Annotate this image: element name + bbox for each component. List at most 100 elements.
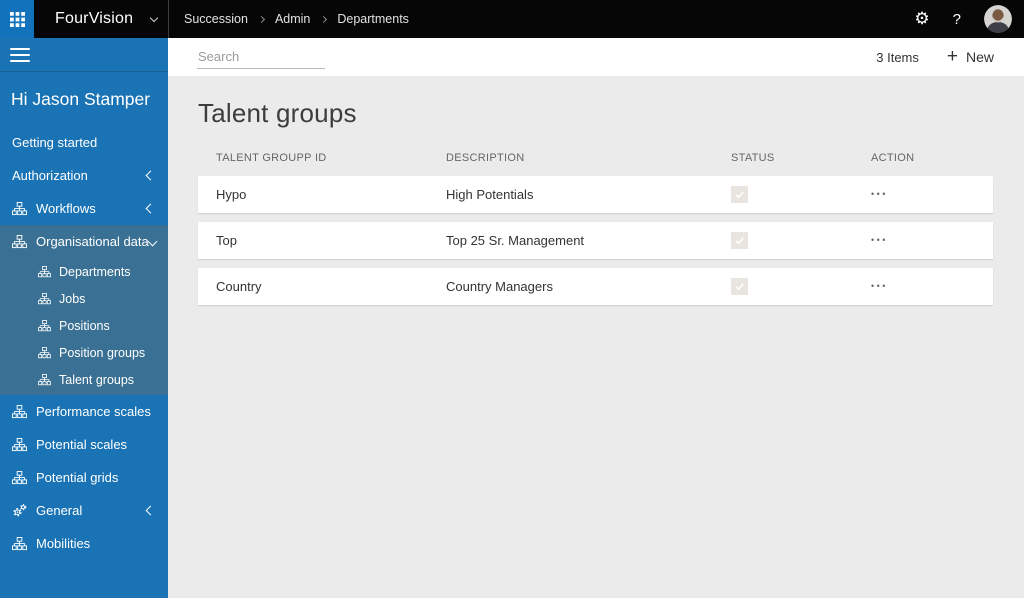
sidebar-item-label: Getting started [12, 135, 98, 150]
column-header-talent-group-id: TALENT GROUPP ID [216, 152, 327, 164]
topbar-actions: ⚙ ? [914, 5, 1024, 33]
sidebar-item-jobs[interactable]: Jobs [0, 285, 168, 312]
breadcrumb-item-succession[interactable]: Succession [184, 12, 248, 26]
chevron-right-icon [257, 15, 265, 23]
sitemap-icon [38, 319, 51, 332]
app-window: FourVision Succession Admin Departments … [0, 0, 1024, 598]
help-icon[interactable]: ? [953, 11, 961, 28]
chevron-right-icon [320, 15, 328, 23]
sidebar-item-label: Talent groups [59, 372, 135, 387]
sitemap-icon [38, 373, 51, 386]
sitemap-icon [12, 470, 27, 485]
sidebar-item-talent-groups[interactable]: Talent groups [0, 366, 168, 393]
more-actions-icon[interactable]: ••• [871, 282, 993, 291]
sidebar-item-label: Performance scales [36, 404, 151, 419]
sidebar-item-label: Potential grids [36, 470, 119, 485]
status-checkbox-checked[interactable] [731, 186, 748, 203]
table-row[interactable]: Hypo High Potentials ••• [198, 176, 993, 213]
check-icon [735, 237, 744, 245]
avatar-photo [984, 5, 1012, 33]
sitemap-icon [12, 404, 27, 419]
app-launcher-button[interactable] [0, 0, 34, 38]
main-content: 3 Items + New Talent groups TALENT GROUP… [168, 38, 1024, 598]
sidebar-item-potential-grids[interactable]: Potential grids [0, 461, 168, 494]
gears-icon [12, 503, 27, 518]
sidebar-item-getting-started[interactable]: Getting started [0, 126, 168, 159]
cell-description: Country Managers [446, 279, 553, 294]
sitemap-icon [12, 536, 27, 551]
sidebar-item-workflows[interactable]: Workflows [0, 192, 168, 225]
cell-talent-group-id: Hypo [216, 187, 247, 202]
sidebar-item-mobilities[interactable]: Mobilities [0, 527, 168, 560]
topbar: FourVision Succession Admin Departments … [0, 0, 1024, 38]
table-row[interactable]: Country Country Managers ••• [198, 268, 993, 305]
sitemap-icon [38, 292, 51, 305]
user-avatar[interactable] [984, 5, 1012, 33]
sitemap-icon [38, 346, 51, 359]
cell-status [731, 278, 871, 295]
sidebar-item-label: Positions [59, 318, 110, 333]
status-checkbox-checked[interactable] [731, 278, 748, 295]
more-actions-icon[interactable]: ••• [871, 190, 993, 199]
cell-status [731, 186, 871, 203]
sitemap-icon [38, 265, 51, 278]
sidebar-item-label: Mobilities [36, 536, 91, 551]
page-title: Talent groups [198, 98, 357, 128]
user-greeting: Hi Jason Stamper [11, 89, 151, 109]
sidebar-nav: Getting started Authorization Workflows … [0, 126, 168, 560]
talent-groups-table: TALENT GROUPP ID DESCRIPTION STATUS ACTI… [198, 151, 993, 305]
plus-icon: + [946, 45, 958, 67]
cell-talent-group-id: Top [216, 233, 237, 248]
sidebar-item-departments[interactable]: Departments [0, 258, 168, 285]
check-icon [735, 283, 744, 291]
breadcrumb-item-departments[interactable]: Departments [337, 12, 409, 26]
sidebar-item-performance-scales[interactable]: Performance scales [0, 395, 168, 428]
column-header-description: DESCRIPTION [446, 152, 525, 164]
column-header-action: ACTION [871, 152, 915, 164]
settings-gear-icon[interactable]: ⚙ [914, 10, 929, 28]
search-input[interactable] [197, 45, 325, 69]
sidebar-item-general[interactable]: General [0, 494, 168, 527]
sidebar-item-position-groups[interactable]: Position groups [0, 339, 168, 366]
sidebar: Hi Jason Stamper Getting started Authori… [0, 38, 168, 598]
sidebar-item-label: Position groups [59, 345, 146, 360]
sidebar-item-label: Departments [59, 264, 131, 279]
list-toolbar: 3 Items + New [168, 38, 1024, 76]
brand-name: FourVision [55, 10, 134, 27]
brand-switcher[interactable]: FourVision [34, 0, 168, 38]
sitemap-icon [12, 234, 27, 249]
new-button[interactable]: + New [946, 45, 994, 67]
cell-description: High Potentials [446, 187, 534, 202]
status-checkbox-checked[interactable] [731, 232, 748, 249]
sidebar-item-label: Authorization [12, 168, 88, 183]
breadcrumb-item-admin[interactable]: Admin [275, 12, 310, 26]
toolbar-actions: 3 Items + New [876, 45, 1024, 67]
sidebar-item-label: General [36, 503, 83, 518]
sidebar-toggle-button[interactable] [0, 38, 168, 72]
more-actions-icon[interactable]: ••• [871, 236, 993, 245]
sidebar-item-label: Organisational data [36, 234, 149, 249]
sitemap-icon [12, 201, 27, 216]
table-row[interactable]: Top Top 25 Sr. Management ••• [198, 222, 993, 259]
sidebar-item-organisational-data[interactable]: Organisational data [0, 225, 168, 258]
sidebar-item-authorization[interactable]: Authorization [0, 159, 168, 192]
chevron-left-icon [145, 170, 156, 181]
sidebar-item-potential-scales[interactable]: Potential scales [0, 428, 168, 461]
check-icon [735, 191, 744, 199]
sidebar-item-label: Workflows [36, 201, 96, 216]
cell-description: Top 25 Sr. Management [446, 233, 585, 248]
items-count: 3 Items [876, 49, 919, 65]
sidebar-item-label: Jobs [59, 291, 86, 306]
cell-talent-group-id: Country [216, 279, 262, 294]
table-header-row: TALENT GROUPP ID DESCRIPTION STATUS ACTI… [198, 151, 993, 165]
breadcrumb: Succession Admin Departments [169, 12, 409, 26]
chevron-left-icon [145, 505, 156, 516]
sidebar-item-label: Potential scales [36, 437, 128, 452]
sitemap-icon [12, 437, 27, 452]
hamburger-icon [10, 47, 30, 62]
chevron-left-icon [145, 203, 156, 214]
sidebar-item-positions[interactable]: Positions [0, 312, 168, 339]
chevron-down-icon [149, 13, 159, 22]
column-header-status: STATUS [731, 152, 775, 164]
waffle-icon [9, 11, 25, 27]
